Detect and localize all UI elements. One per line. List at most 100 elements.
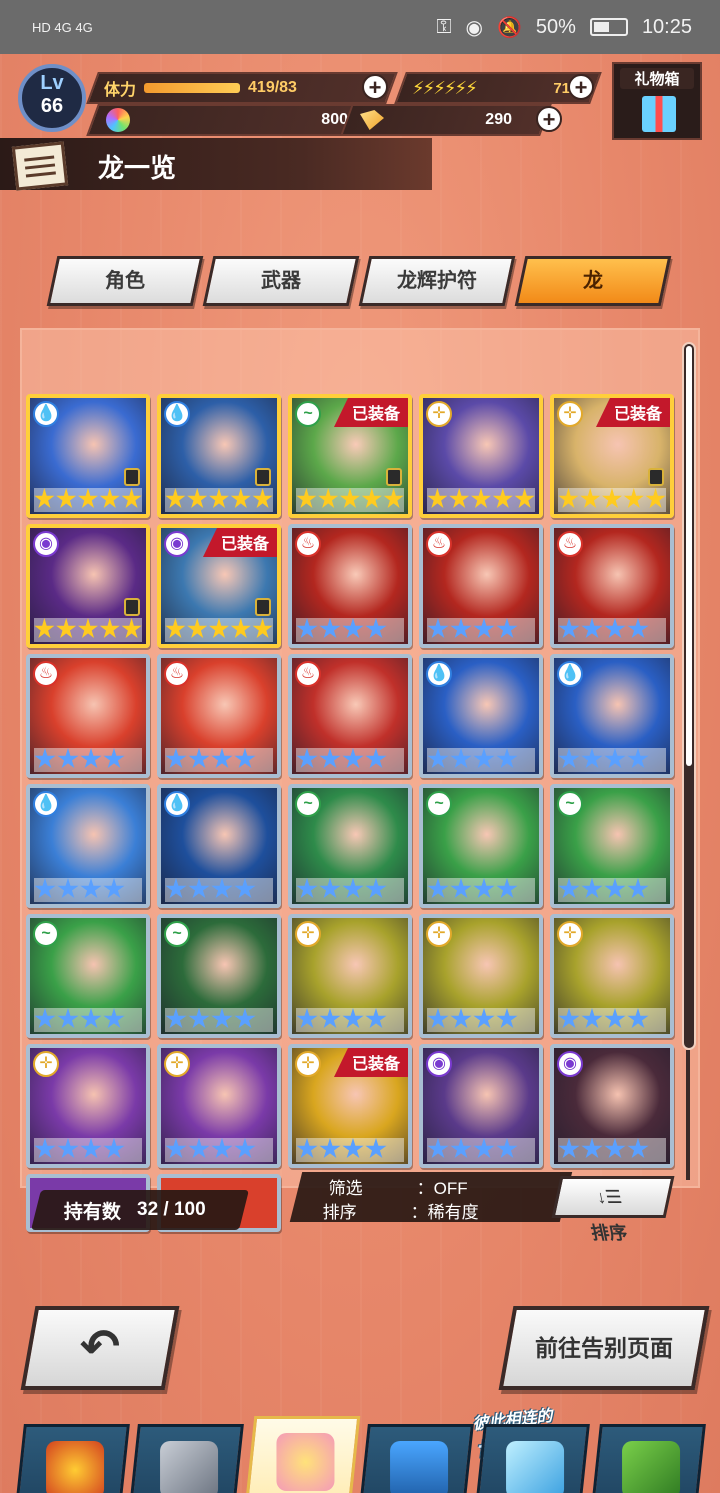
dragon-card[interactable]: ✛ [26,1044,150,1168]
dragon-card[interactable]: 💧 [26,394,150,518]
star-icon [34,748,56,769]
fire-element-icon: ♨ [164,661,190,687]
star-icon [252,488,273,509]
filter-sort-info[interactable]: 筛选 ：OFF 排序 ：稀有度 [289,1172,573,1222]
nav-team[interactable]: 队伍 [241,1416,361,1493]
dragon-card[interactable]: ♨ [550,524,674,648]
tab-characters[interactable]: 角色 [46,256,204,306]
dragon-card[interactable]: ✛ 已装备 [288,1044,412,1168]
level-label: Lv [40,72,64,94]
dragon-card[interactable]: ♨ [157,654,281,778]
dragon-card[interactable]: ✛ [419,394,543,518]
rarity-stars [165,1008,273,1032]
nav-menu[interactable]: 菜单 [588,1424,706,1493]
dragon-card[interactable]: ~ [419,784,543,908]
add-stamina-button[interactable]: + [362,74,388,100]
tab-weapons[interactable]: 武器 [202,256,360,306]
owned-value: 32 / 100 [137,1199,206,1220]
dragon-card[interactable]: 💧 [419,654,543,778]
star-icon [296,878,318,899]
add-wyrmite-button[interactable]: + [536,106,562,132]
owned-label: 持有数 [64,1201,122,1223]
fire-element-icon: ♨ [33,661,59,687]
dragon-card[interactable]: ✛ [550,914,674,1038]
dragon-card[interactable]: ♨ [288,524,412,648]
dragon-card[interactable]: ♨ [288,654,412,778]
stamina-label: 体力 [104,82,137,99]
dragon-card[interactable]: ✛ [157,1044,281,1168]
tab-wyrmprints[interactable]: 龙辉护符 [358,256,516,306]
star-icon [340,488,360,509]
rarity-stars [558,488,666,512]
farewell-page-button[interactable]: 前往告别页面 [498,1306,710,1390]
dragon-card[interactable]: ~ 已装备 [288,394,412,518]
star-icon [427,1138,449,1159]
light-element-icon: ✛ [164,1051,190,1077]
add-energy-button[interactable]: + [568,74,594,100]
lock-icon [124,598,140,616]
dragon-card[interactable]: ◉ [419,1044,543,1168]
rarity-stars [427,1008,535,1032]
star-icon [558,748,580,769]
star-icon [449,488,470,509]
rarity-stars [427,1138,535,1162]
star-icon [627,748,649,769]
eye-icon: ◉ [465,16,483,39]
tab-label: 角色 [105,270,145,292]
dragon-card[interactable]: ◉ [26,524,150,648]
star-icon [211,878,233,899]
dragon-card[interactable]: ✛ 已装备 [550,394,674,518]
gem-bar: 800 [86,104,378,136]
wind-element-icon: ~ [295,791,321,817]
star-icon [581,1138,603,1159]
dragon-card[interactable]: ✛ [419,914,543,1038]
dragon-card[interactable]: 💧 [157,394,281,518]
tab-dragons[interactable]: 龙 [514,256,672,306]
dragon-card[interactable]: ♨ [419,524,543,648]
rarity-stars [296,488,404,512]
dragon-card[interactable]: 💧 [550,654,674,778]
scrollbar[interactable] [682,342,696,1050]
dragon-card[interactable]: ◉ 已装备 [157,524,281,648]
nav-home[interactable]: 主页 [12,1424,130,1493]
rarity-stars [165,618,273,642]
dragon-card[interactable]: ♨ [26,654,150,778]
fire-element-icon: ♨ [557,531,583,557]
wind-element-icon: ~ [426,791,452,817]
star-icon [103,1008,125,1029]
nav-upgrade[interactable]: 强化 [126,1424,244,1493]
dragon-card[interactable]: ~ [550,784,674,908]
star-icon [496,1138,518,1159]
star-icon [558,878,580,899]
sort-button-label: 排序 [589,1223,630,1243]
water-element-icon: 💧 [164,401,190,427]
star-icon [427,748,449,769]
star-icon [80,878,102,899]
star-icon [318,488,339,509]
dragon-card[interactable]: 💧 [157,784,281,908]
nav-summon[interactable]: 召唤 [472,1424,590,1493]
back-button[interactable]: ↶ [20,1306,180,1390]
dragon-card[interactable]: ◉ [550,1044,674,1168]
dragon-card[interactable]: ✛ [288,914,412,1038]
star-icon [602,488,622,509]
nav-castle[interactable]: 圣城 [356,1424,474,1493]
sort-button[interactable]: ↓☰ 排序 [551,1176,675,1243]
star-icon [427,1008,449,1029]
star-icon [319,1008,341,1029]
dragon-card[interactable]: ~ [26,914,150,1038]
rarity-stars [34,488,142,512]
bolt-icon: ⚡⚡⚡⚡⚡⚡ [412,77,476,98]
star-icon [103,878,125,899]
star-icon [296,618,318,639]
level-badge[interactable]: Lv 66 [18,64,86,132]
scroll-thumb[interactable] [686,346,692,766]
star-icon [99,618,120,639]
dragon-card[interactable]: ~ [288,784,412,908]
rarity-stars [427,878,535,902]
dragon-card[interactable]: ~ [157,914,281,1038]
star-icon [365,1138,387,1159]
dragon-card[interactable]: 💧 [26,784,150,908]
stamina-meter [144,83,241,93]
gift-box-button[interactable]: 礼物箱 [612,62,702,140]
